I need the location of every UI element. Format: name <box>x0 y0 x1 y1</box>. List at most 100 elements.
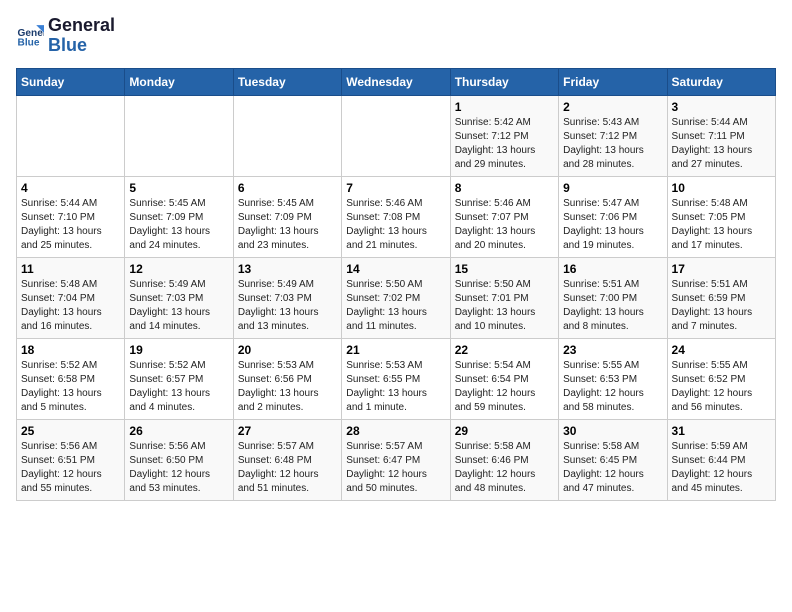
day-info: Sunrise: 5:54 AM Sunset: 6:54 PM Dayligh… <box>455 359 554 415</box>
day-number: 31 <box>672 424 771 438</box>
day-info: Sunrise: 5:51 AM Sunset: 6:59 PM Dayligh… <box>672 278 771 334</box>
day-number: 16 <box>563 262 662 276</box>
day-info: Sunrise: 5:50 AM Sunset: 7:02 PM Dayligh… <box>346 278 445 334</box>
day-cell: 24 Sunrise: 5:55 AM Sunset: 6:52 PM Dayli… <box>667 338 775 419</box>
day-cell: 19 Sunrise: 5:52 AM Sunset: 6:57 PM Dayli… <box>125 338 233 419</box>
day-number: 12 <box>129 262 228 276</box>
day-cell: 22 Sunrise: 5:54 AM Sunset: 6:54 PM Dayli… <box>450 338 558 419</box>
day-cell: 29Sunrise: 5:58 AM Sunset: 6:46 PM Dayli… <box>450 419 558 500</box>
day-cell: 30Sunrise: 5:58 AM Sunset: 6:45 PM Dayli… <box>559 419 667 500</box>
day-info: Sunrise: 5:59 AM Sunset: 6:44 PM Dayligh… <box>672 440 771 496</box>
day-number: 6 <box>238 181 337 195</box>
day-info: Sunrise: 5:58 AM Sunset: 6:45 PM Dayligh… <box>563 440 662 496</box>
day-cell: 10 Sunrise: 5:48 AM Sunset: 7:05 PM Dayli… <box>667 176 775 257</box>
day-info: Sunrise: 5:49 AM Sunset: 7:03 PM Dayligh… <box>238 278 337 334</box>
day-number: 4 <box>21 181 120 195</box>
day-number: 24 <box>672 343 771 357</box>
day-cell: 21 Sunrise: 5:53 AM Sunset: 6:55 PM Dayli… <box>342 338 450 419</box>
header-monday: Monday <box>125 68 233 95</box>
day-info: Sunrise: 5:58 AM Sunset: 6:46 PM Dayligh… <box>455 440 554 496</box>
day-info: Sunrise: 5:53 AM Sunset: 6:55 PM Dayligh… <box>346 359 445 415</box>
week-row-4: 18 Sunrise: 5:52 AM Sunset: 6:58 PM Dayli… <box>17 338 776 419</box>
day-info: Sunrise: 5:45 AM Sunset: 7:09 PM Dayligh… <box>238 197 337 253</box>
day-cell: 3 Sunrise: 5:44 AM Sunset: 7:11 PM Daylig… <box>667 95 775 176</box>
day-info: Sunrise: 5:46 AM Sunset: 7:08 PM Dayligh… <box>346 197 445 253</box>
day-cell: 18 Sunrise: 5:52 AM Sunset: 6:58 PM Dayli… <box>17 338 125 419</box>
day-info: Sunrise: 5:52 AM Sunset: 6:57 PM Dayligh… <box>129 359 228 415</box>
day-cell: 27 Sunrise: 5:57 AM Sunset: 6:48 PM Dayli… <box>233 419 341 500</box>
header-sunday: Sunday <box>17 68 125 95</box>
day-number: 11 <box>21 262 120 276</box>
day-cell <box>233 95 341 176</box>
day-info: Sunrise: 5:57 AM Sunset: 6:47 PM Dayligh… <box>346 440 445 496</box>
day-number: 14 <box>346 262 445 276</box>
logo-icon: General Blue <box>16 22 44 50</box>
day-number: 8 <box>455 181 554 195</box>
calendar-body: 1 Sunrise: 5:42 AM Sunset: 7:12 PM Daylig… <box>17 95 776 500</box>
day-cell: 26Sunrise: 5:56 AM Sunset: 6:50 PM Dayli… <box>125 419 233 500</box>
day-info: Sunrise: 5:57 AM Sunset: 6:48 PM Dayligh… <box>238 440 337 496</box>
day-info: Sunrise: 5:55 AM Sunset: 6:53 PM Dayligh… <box>563 359 662 415</box>
header-wednesday: Wednesday <box>342 68 450 95</box>
day-number: 13 <box>238 262 337 276</box>
day-info: Sunrise: 5:44 AM Sunset: 7:11 PM Dayligh… <box>672 116 771 172</box>
day-number: 15 <box>455 262 554 276</box>
day-info: Sunrise: 5:50 AM Sunset: 7:01 PM Dayligh… <box>455 278 554 334</box>
day-cell <box>125 95 233 176</box>
day-number: 2 <box>563 100 662 114</box>
logo-text: General Blue <box>48 16 115 56</box>
svg-text:Blue: Blue <box>18 37 40 48</box>
day-info: Sunrise: 5:43 AM Sunset: 7:12 PM Dayligh… <box>563 116 662 172</box>
day-info: Sunrise: 5:42 AM Sunset: 7:12 PM Dayligh… <box>455 116 554 172</box>
week-row-3: 11 Sunrise: 5:48 AM Sunset: 7:04 PM Dayli… <box>17 257 776 338</box>
day-info: Sunrise: 5:47 AM Sunset: 7:06 PM Dayligh… <box>563 197 662 253</box>
day-cell: 15 Sunrise: 5:50 AM Sunset: 7:01 PM Dayli… <box>450 257 558 338</box>
day-number: 17 <box>672 262 771 276</box>
day-info: Sunrise: 5:56 AM Sunset: 6:50 PM Dayligh… <box>129 440 228 496</box>
header-saturday: Saturday <box>667 68 775 95</box>
day-number: 18 <box>21 343 120 357</box>
day-number: 5 <box>129 181 228 195</box>
logo: General Blue General Blue <box>16 16 115 56</box>
day-cell: 28 Sunrise: 5:57 AM Sunset: 6:47 PM Dayli… <box>342 419 450 500</box>
day-cell: 9Sunrise: 5:47 AM Sunset: 7:06 PM Daylig… <box>559 176 667 257</box>
day-number: 20 <box>238 343 337 357</box>
day-number: 7 <box>346 181 445 195</box>
day-cell: 12Sunrise: 5:49 AM Sunset: 7:03 PM Dayli… <box>125 257 233 338</box>
day-cell: 2 Sunrise: 5:43 AM Sunset: 7:12 PM Daylig… <box>559 95 667 176</box>
day-number: 27 <box>238 424 337 438</box>
day-number: 28 <box>346 424 445 438</box>
day-info: Sunrise: 5:56 AM Sunset: 6:51 PM Dayligh… <box>21 440 120 496</box>
day-number: 19 <box>129 343 228 357</box>
day-cell: 23 Sunrise: 5:55 AM Sunset: 6:53 PM Dayli… <box>559 338 667 419</box>
day-cell: 25 Sunrise: 5:56 AM Sunset: 6:51 PM Dayli… <box>17 419 125 500</box>
day-info: Sunrise: 5:45 AM Sunset: 7:09 PM Dayligh… <box>129 197 228 253</box>
day-number: 25 <box>21 424 120 438</box>
header-friday: Friday <box>559 68 667 95</box>
day-number: 23 <box>563 343 662 357</box>
day-cell: 11 Sunrise: 5:48 AM Sunset: 7:04 PM Dayli… <box>17 257 125 338</box>
day-info: Sunrise: 5:55 AM Sunset: 6:52 PM Dayligh… <box>672 359 771 415</box>
day-number: 22 <box>455 343 554 357</box>
day-number: 21 <box>346 343 445 357</box>
day-info: Sunrise: 5:52 AM Sunset: 6:58 PM Dayligh… <box>21 359 120 415</box>
day-cell: 20Sunrise: 5:53 AM Sunset: 6:56 PM Dayli… <box>233 338 341 419</box>
day-info: Sunrise: 5:48 AM Sunset: 7:05 PM Dayligh… <box>672 197 771 253</box>
day-cell: 1 Sunrise: 5:42 AM Sunset: 7:12 PM Daylig… <box>450 95 558 176</box>
day-cell: 6 Sunrise: 5:45 AM Sunset: 7:09 PM Daylig… <box>233 176 341 257</box>
day-info: Sunrise: 5:44 AM Sunset: 7:10 PM Dayligh… <box>21 197 120 253</box>
day-cell: 7 Sunrise: 5:46 AM Sunset: 7:08 PM Daylig… <box>342 176 450 257</box>
week-row-5: 25 Sunrise: 5:56 AM Sunset: 6:51 PM Dayli… <box>17 419 776 500</box>
page-header: General Blue General Blue <box>16 16 776 56</box>
calendar-table: SundayMondayTuesdayWednesdayThursdayFrid… <box>16 68 776 501</box>
calendar-header: SundayMondayTuesdayWednesdayThursdayFrid… <box>17 68 776 95</box>
week-row-1: 1 Sunrise: 5:42 AM Sunset: 7:12 PM Daylig… <box>17 95 776 176</box>
day-info: Sunrise: 5:48 AM Sunset: 7:04 PM Dayligh… <box>21 278 120 334</box>
day-number: 10 <box>672 181 771 195</box>
day-number: 3 <box>672 100 771 114</box>
day-cell <box>342 95 450 176</box>
day-cell: 17 Sunrise: 5:51 AM Sunset: 6:59 PM Dayli… <box>667 257 775 338</box>
day-number: 1 <box>455 100 554 114</box>
day-cell: 8Sunrise: 5:46 AM Sunset: 7:07 PM Daylig… <box>450 176 558 257</box>
header-tuesday: Tuesday <box>233 68 341 95</box>
